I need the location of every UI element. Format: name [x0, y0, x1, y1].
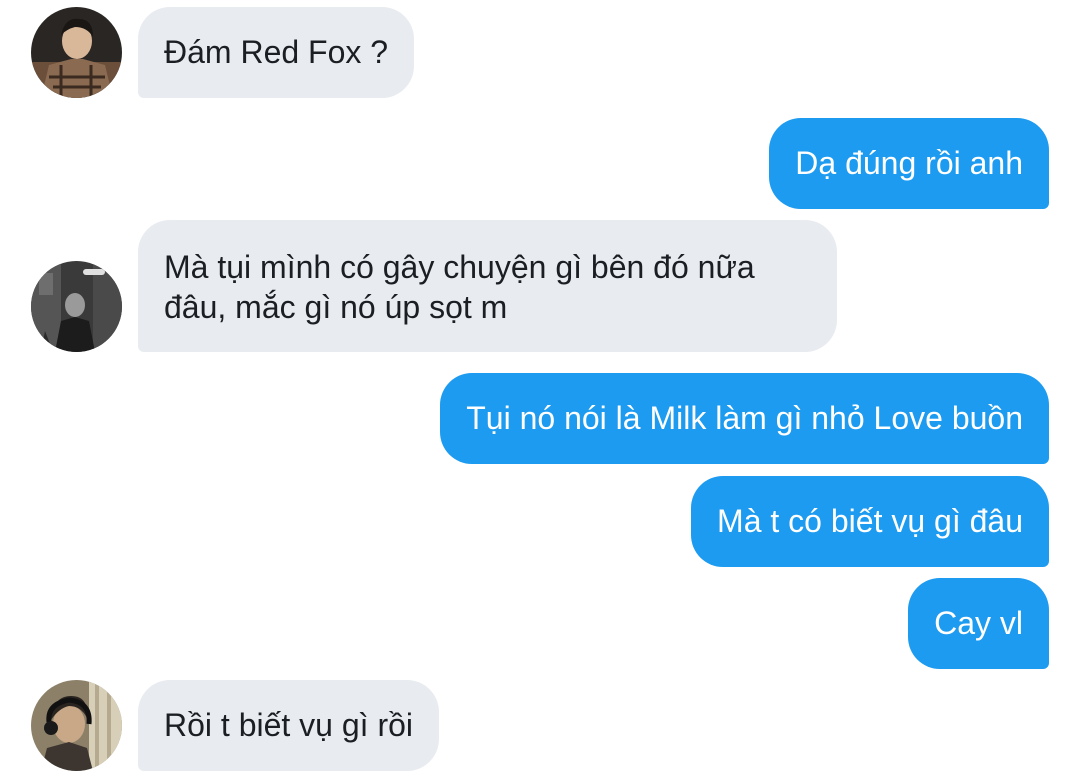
- message-bubble-outgoing[interactable]: Mà t có biết vụ gì đâu: [691, 476, 1049, 567]
- message-bubble-incoming[interactable]: Mà tụi mình có gây chuyện gì bên đó nữa …: [138, 220, 837, 352]
- message-text: Tụi nó nói là Milk làm gì nhỏ Love buồn: [466, 400, 1023, 436]
- message-text: Mà t có biết vụ gì đâu: [717, 503, 1023, 539]
- avatar-photo-icon: [31, 680, 122, 771]
- contact-avatar[interactable]: [31, 7, 122, 98]
- contact-avatar[interactable]: [31, 680, 122, 771]
- message-bubble-incoming[interactable]: Rồi t biết vụ gì rồi: [138, 680, 439, 771]
- message-bubble-incoming[interactable]: Đám Red Fox ?: [138, 7, 415, 98]
- avatar-photo-icon: [31, 7, 122, 98]
- contact-avatar[interactable]: [31, 261, 122, 352]
- message-bubble-outgoing[interactable]: Tụi nó nói là Milk làm gì nhỏ Love buồn: [440, 373, 1049, 464]
- message-bubble-outgoing[interactable]: Dạ đúng rồi anh: [769, 118, 1049, 209]
- avatar-photo-icon: [31, 261, 122, 352]
- message-text: Dạ đúng rồi anh: [795, 145, 1023, 181]
- message-text: Mà tụi mình có gây chuyện gì bên đó nữa …: [164, 249, 755, 325]
- message-bubble-outgoing[interactable]: Cay vl: [908, 578, 1049, 669]
- message-text: Cay vl: [934, 605, 1023, 641]
- conversation-view: { "conversation": { "messages": [ { "sen…: [0, 0, 1080, 779]
- message-text: Đám Red Fox ?: [164, 34, 389, 70]
- message-text: Rồi t biết vụ gì rồi: [164, 707, 413, 743]
